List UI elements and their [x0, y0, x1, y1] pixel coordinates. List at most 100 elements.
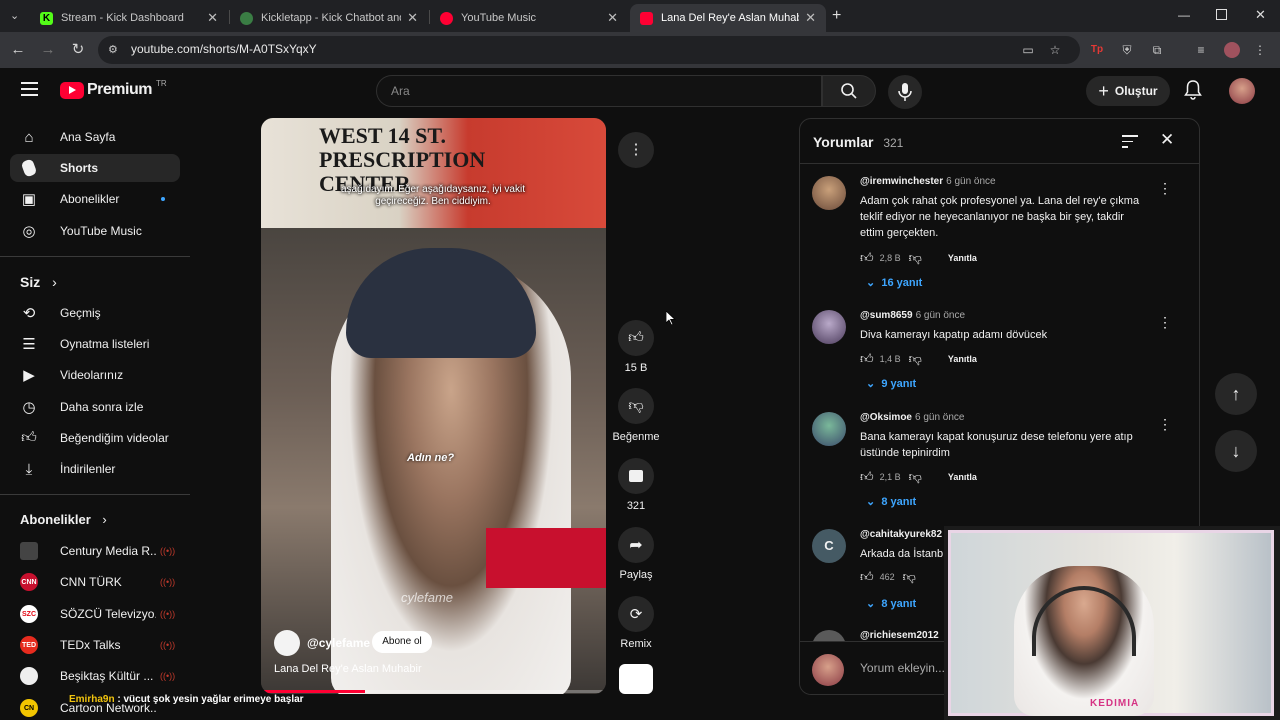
comment-author[interactable]: @Oksimoe 6 gün önce — [860, 412, 965, 423]
sidebar-item-shorts[interactable]: Shorts — [10, 154, 180, 182]
thumbs-down-icon[interactable]: 👎︎ — [903, 569, 916, 585]
reply-button[interactable]: Yanıtla — [948, 472, 977, 482]
install-app-icon[interactable]: ▭ — [1020, 42, 1036, 58]
sidebar-subscription-channel[interactable]: Beşiktaş Kültür ... ((•)) — [20, 665, 180, 687]
account-avatar[interactable] — [1229, 78, 1255, 104]
sidebar-subscription-channel[interactable]: CNN CNN TÜRK ((•)) — [20, 571, 180, 593]
sidebar-item-home[interactable]: ⌂ Ana Sayfa — [10, 123, 180, 151]
close-tab-icon[interactable]: ✕ — [207, 10, 218, 26]
remix-button[interactable]: ⟳ — [618, 596, 654, 632]
share-button[interactable]: ➦ — [618, 527, 654, 563]
notifications-bell-icon[interactable] — [1184, 80, 1202, 105]
browser-tab[interactable]: Kickletapp - Kick Chatbot and ✕ — [230, 4, 428, 32]
sidebar-subscription-channel[interactable]: TED TEDx Talks ((•)) — [20, 634, 180, 656]
sidebar-item-downloads[interactable]: ⤓ İndirilenler — [10, 455, 180, 483]
search-button[interactable] — [822, 75, 876, 107]
sidebar-subscription-channel[interactable]: SZC SÖZCÜ Televizyo... ((•)) — [20, 603, 180, 625]
minimize-icon[interactable]: — — [1178, 8, 1190, 22]
thumbs-down-icon[interactable]: 👎︎ — [909, 250, 922, 266]
shield-extension-icon[interactable]: ⛨ — [1119, 42, 1135, 58]
share-label: Paylaş — [619, 569, 653, 581]
sidebar-item-subscriptions[interactable]: ▣ Abonelikler — [10, 185, 180, 213]
site-info-icon[interactable]: ⚙ — [108, 43, 118, 56]
reply-button[interactable]: Yanıtla — [948, 354, 977, 364]
close-comments-icon[interactable]: ✕ — [1160, 130, 1174, 150]
comment-author[interactable]: @iremwinchester 6 gün önce — [860, 176, 996, 187]
voice-search-button[interactable] — [888, 75, 922, 109]
sidebar-you-heading[interactable]: Siz › — [20, 274, 57, 290]
browser-tab[interactable]: K Stream - Kick Dashboard ✕ — [30, 4, 228, 32]
channel-avatar[interactable] — [274, 630, 300, 656]
sidebar-subscriptions-heading[interactable]: Abonelikler › — [20, 512, 107, 527]
next-short-button[interactable]: ↓ — [1215, 430, 1257, 472]
create-button[interactable]: + Oluştur — [1086, 76, 1170, 106]
comment-more-icon[interactable]: ⋮ — [1158, 416, 1172, 433]
avatar[interactable]: C — [812, 529, 846, 563]
maximize-icon[interactable] — [1216, 9, 1227, 20]
sidebar-subscription-channel[interactable]: Century Media R... ((•)) — [20, 540, 180, 562]
shorts-video-player[interactable]: WEST 14 ST. PRESCRIPTION CENTER aşağıdayım… — [261, 118, 606, 694]
back-icon[interactable]: ← — [8, 40, 28, 60]
view-replies-button[interactable]: ⌄ 16 yanıt — [866, 276, 922, 289]
hamburger-menu-icon[interactable] — [21, 82, 38, 96]
thumbs-up-icon[interactable]: 👍︎ — [860, 469, 874, 485]
avatar[interactable] — [812, 310, 846, 344]
thumbs-up-icon[interactable]: 👍︎ — [860, 569, 874, 585]
dislike-button[interactable]: 👎︎ — [618, 388, 654, 424]
browser-tab[interactable]: YouTube Music ✕ — [430, 4, 628, 32]
sidebar-item-history[interactable]: ⟲ Geçmiş — [10, 299, 180, 327]
view-replies-button[interactable]: ⌄ 9 yanıt — [866, 377, 916, 390]
thumbs-up-icon[interactable]: 👍︎ — [860, 351, 874, 367]
url-text[interactable]: youtube.com/shorts/M-A0TSxYqxY — [131, 42, 317, 56]
video-title[interactable]: Lana Del Rey'e Aslan Muhabir — [274, 663, 422, 675]
comments-button[interactable] — [618, 458, 654, 494]
reload-icon[interactable]: ↻ — [68, 40, 88, 60]
sidebar-item-your-videos[interactable]: ▶ Videolarınız — [10, 361, 180, 389]
close-window-icon[interactable]: ✕ — [1255, 7, 1266, 23]
watermark: cylefame — [401, 590, 454, 605]
thumbs-down-icon[interactable]: 👎︎ — [909, 469, 922, 485]
avatar[interactable] — [812, 412, 846, 446]
avatar[interactable] — [812, 176, 846, 210]
close-tab-icon[interactable]: ✕ — [607, 10, 618, 26]
close-tab-icon[interactable]: ✕ — [805, 10, 816, 26]
close-tab-icon[interactable]: ✕ — [407, 10, 418, 26]
sidebar-item-playlists[interactable]: ☰ Oynatma listeleri — [10, 330, 180, 358]
reply-button[interactable]: Yanıtla — [948, 253, 977, 263]
chevron-right-icon: › — [102, 512, 107, 527]
bookmark-star-icon[interactable]: ☆ — [1047, 42, 1063, 58]
comment-author[interactable]: @richiesem2012 — [860, 630, 939, 641]
sidebar-item-liked-videos[interactable]: 👍︎ Beğendiğim videolar — [10, 424, 180, 452]
comment-input[interactable]: Yorum ekleyin... — [860, 661, 945, 675]
search-input[interactable]: Ara — [376, 75, 822, 107]
youtube-premium-logo[interactable]: Premium TR — [60, 79, 167, 99]
profile-avatar[interactable] — [1224, 42, 1240, 58]
sidebar-item-youtube-music[interactable]: ◎ YouTube Music — [10, 217, 180, 245]
tab-search-icon[interactable]: ⌄ — [10, 9, 19, 22]
more-options-icon[interactable]: ⋮ — [618, 132, 654, 168]
comment-author[interactable]: @sum8659 6 gün önce — [860, 310, 965, 321]
media-controls-icon[interactable]: ≡ — [1193, 42, 1209, 58]
previous-short-button[interactable]: ↑ — [1215, 373, 1257, 415]
caption-text: Adın ne? — [407, 452, 455, 464]
comment-more-icon[interactable]: ⋮ — [1158, 180, 1172, 197]
video-progress-track[interactable] — [261, 690, 606, 693]
sort-comments-icon[interactable] — [1122, 135, 1138, 148]
thumbs-up-icon[interactable]: 👍︎ — [860, 250, 874, 266]
view-replies-button[interactable]: ⌄ 8 yanıt — [866, 495, 916, 508]
subscribe-button[interactable]: Abone ol — [372, 631, 432, 653]
sidebar-item-watch-later[interactable]: ◷ Daha sonra izle — [10, 393, 180, 421]
extensions-puzzle-icon[interactable]: ⧉ — [1149, 42, 1165, 58]
extension-tp-icon[interactable]: Tp — [1089, 42, 1105, 58]
browser-menu-icon[interactable]: ⋮ — [1252, 42, 1268, 58]
like-button[interactable]: 👍︎ — [618, 320, 654, 356]
comment-author[interactable]: @cahitakyurek82 — [860, 529, 942, 540]
thumbs-down-icon[interactable]: 👎︎ — [909, 351, 922, 367]
view-replies-button[interactable]: ⌄ 8 yanıt — [866, 597, 916, 610]
comment-more-icon[interactable]: ⋮ — [1158, 314, 1172, 331]
forward-icon[interactable]: → — [38, 40, 58, 60]
sound-thumbnail[interactable] — [619, 664, 653, 694]
channel-name[interactable]: @cylefame — [307, 636, 370, 650]
new-tab-icon[interactable]: + — [832, 7, 841, 25]
browser-tab-active[interactable]: Lana Del Rey'e Aslan Muhabir ✕ — [630, 4, 826, 32]
